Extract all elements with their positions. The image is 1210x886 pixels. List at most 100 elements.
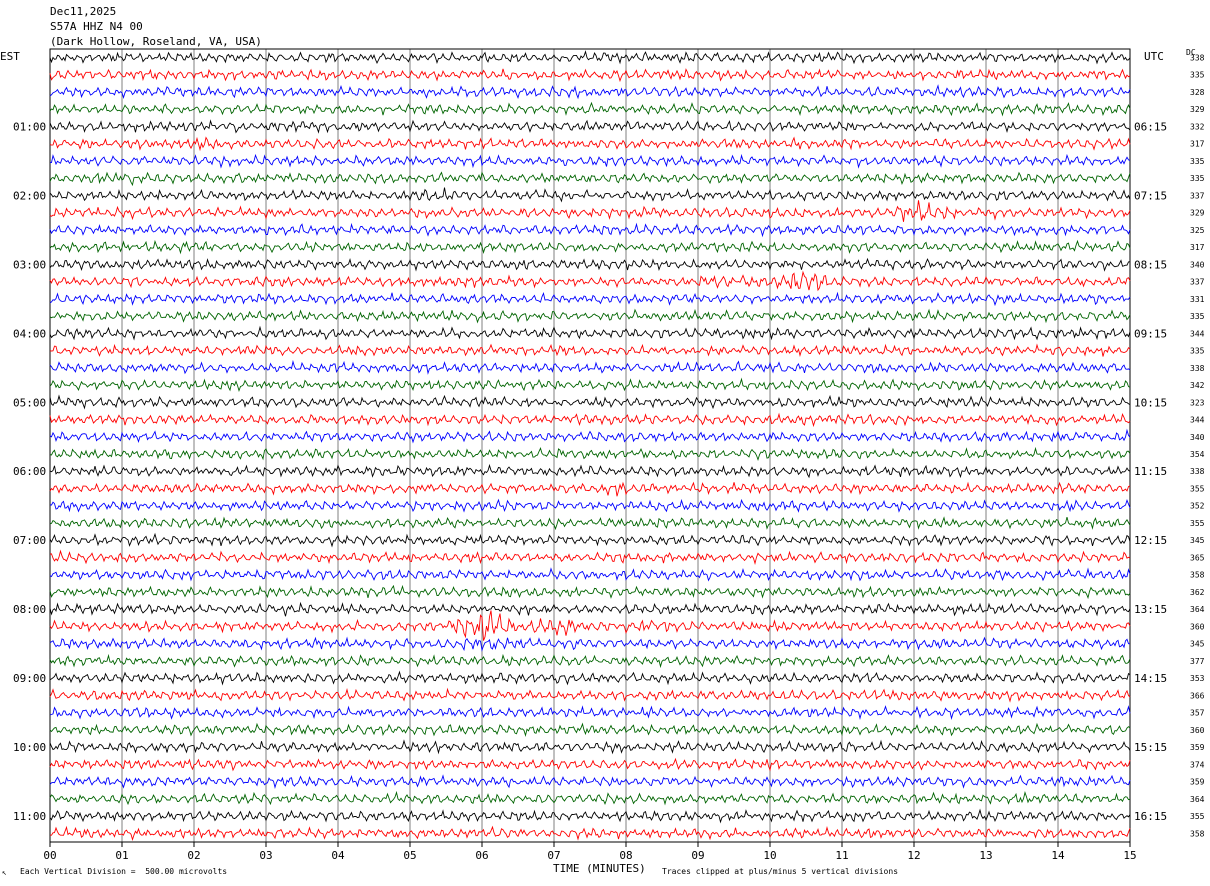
trace-line <box>49 463 1131 479</box>
dc-offset-label: 360 <box>1190 622 1205 631</box>
x-tick-label: 04 <box>331 849 345 862</box>
trace-line <box>49 790 1131 806</box>
dc-offset-label: 340 <box>1190 433 1205 442</box>
left-time-label: 11:00 <box>13 810 46 823</box>
trace-line <box>49 187 1131 203</box>
dc-offset-label: 335 <box>1190 312 1205 321</box>
trace-line <box>49 567 1131 582</box>
plot-frame <box>49 48 1131 843</box>
left-time-label: 01:00 <box>13 120 46 133</box>
dc-offset-label: 331 <box>1190 295 1205 304</box>
trace-line <box>49 610 1131 641</box>
trace-line <box>49 308 1131 324</box>
right-time-label: 06:15 <box>1134 120 1167 133</box>
trace-line <box>49 584 1131 600</box>
dc-offset-label: 325 <box>1190 226 1205 235</box>
trace-line <box>49 428 1131 444</box>
helicorder-plot: 338 335 328 329 332 317 335 335 337 329 325 317 340 3… <box>13 48 1205 862</box>
trace-line <box>49 119 1131 134</box>
dc-offset-label: 337 <box>1190 278 1205 287</box>
trace-line <box>49 394 1131 410</box>
dc-offset-label: 342 <box>1190 381 1205 390</box>
x-tick-label: 05 <box>403 849 416 862</box>
trace-line <box>49 325 1131 341</box>
dc-offset-label: 317 <box>1190 140 1205 149</box>
dc-offset-label: 377 <box>1190 657 1205 666</box>
dc-offset-label: 345 <box>1190 640 1205 649</box>
dc-offset-label: 338 <box>1190 467 1205 476</box>
dc-offset-label: 357 <box>1190 709 1205 718</box>
trace-line <box>49 774 1131 790</box>
trace-line <box>49 808 1131 824</box>
x-tick-label: 13 <box>979 849 992 862</box>
x-tick-label: 01 <box>115 849 128 862</box>
dc-offset-label: 317 <box>1190 243 1205 252</box>
trace-line <box>49 412 1131 428</box>
trace-line <box>49 200 1131 222</box>
right-time-label: 14:15 <box>1134 672 1167 685</box>
x-tick-label: 12 <box>907 849 920 862</box>
dc-offset-label: 329 <box>1190 209 1205 218</box>
trace-line <box>49 481 1131 497</box>
trace-line <box>49 84 1131 100</box>
trace-line <box>49 101 1131 117</box>
left-time-label: 10:00 <box>13 741 46 754</box>
x-tick-label: 07 <box>547 849 560 862</box>
trace-line <box>49 687 1131 703</box>
dc-offset-label: 323 <box>1190 398 1205 407</box>
dc-offset-label: 338 <box>1190 54 1205 63</box>
dc-offset-label: 364 <box>1190 795 1205 804</box>
dc-offset-label: 345 <box>1190 536 1205 545</box>
trace-line <box>49 377 1131 393</box>
trace-line <box>49 722 1131 737</box>
clip-note: Traces clipped at plus/minus 5 vertical … <box>662 867 899 876</box>
right-time-label: 11:15 <box>1134 465 1167 478</box>
dc-offset-label: 355 <box>1190 484 1205 493</box>
dc-offset-label: 328 <box>1190 88 1205 97</box>
dc-offset-label: 335 <box>1190 157 1205 166</box>
trace-line <box>49 222 1131 238</box>
dc-offset-label: 354 <box>1190 450 1205 459</box>
left-time-label: 08:00 <box>13 603 46 616</box>
left-time-label: 05:00 <box>13 396 46 409</box>
dc-offset-label: 359 <box>1190 743 1205 752</box>
right-time-label: 12:15 <box>1134 534 1167 547</box>
trace-line <box>50 825 1131 842</box>
dc-offset-label: 335 <box>1190 71 1205 80</box>
dc-offset-label: 352 <box>1190 502 1205 511</box>
trace-line <box>49 705 1131 720</box>
dc-offset-label: 329 <box>1190 105 1205 114</box>
dc-offset-label: 335 <box>1190 174 1205 183</box>
right-time-label: 10:15 <box>1134 396 1167 409</box>
trace-line <box>49 670 1131 686</box>
x-tick-label: 03 <box>259 849 272 862</box>
trace-line <box>49 257 1131 272</box>
trace-line <box>49 359 1131 375</box>
dc-offset-label: 364 <box>1190 605 1205 614</box>
dc-offset-label: 344 <box>1190 329 1205 338</box>
right-time-label: 15:15 <box>1134 741 1167 754</box>
right-time-label: 08:15 <box>1134 258 1167 271</box>
x-tick-label: 00 <box>43 849 56 862</box>
trace-line <box>49 532 1131 548</box>
dc-offset-label: 360 <box>1190 726 1205 735</box>
dc-offset-label: 335 <box>1190 347 1205 356</box>
x-tick-label: 09 <box>691 849 704 862</box>
trace-line <box>49 136 1131 152</box>
trace-line <box>49 601 1131 617</box>
dc-offset-label: 358 <box>1190 571 1205 580</box>
x-tick-label: 08 <box>619 849 632 862</box>
x-tick-label: 02 <box>187 849 200 862</box>
trace-line <box>49 239 1131 255</box>
dc-offset-label: 362 <box>1190 588 1205 597</box>
dc-offset-label: 332 <box>1190 122 1205 131</box>
trace-line <box>49 549 1131 566</box>
trace-line <box>49 171 1131 187</box>
dc-offset-label: 366 <box>1190 691 1205 700</box>
left-time-label: 03:00 <box>13 258 46 271</box>
trace-line <box>49 50 1131 65</box>
dc-offset-label: 337 <box>1190 191 1205 200</box>
trace-line <box>49 68 1131 83</box>
left-time-label: 07:00 <box>13 534 46 547</box>
trace-line <box>49 739 1131 755</box>
